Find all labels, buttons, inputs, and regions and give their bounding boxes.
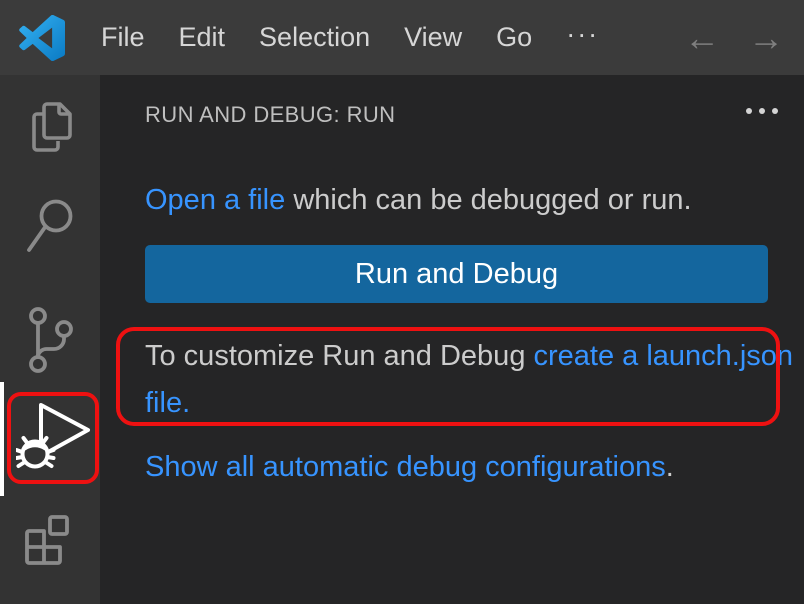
open-file-text: which can be debugged or run. [285, 184, 691, 216]
show-debug-configurations-link[interactable]: Show all automatic debug configurations [145, 451, 666, 483]
run-and-debug-button[interactable]: Run and Debug [145, 245, 768, 303]
menu-go[interactable]: Go [479, 18, 549, 57]
activity-bar [0, 75, 100, 604]
title-bar: File Edit Selection View Go ··· ← → [0, 0, 804, 75]
search-icon[interactable] [25, 197, 77, 255]
show-configurations-paragraph: Show all automatic debug configurations. [145, 447, 785, 487]
extensions-icon[interactable] [22, 513, 80, 579]
run-and-debug-panel: RUN AND DEBUG: RUN Open a file which can… [100, 75, 804, 604]
vscode-logo-icon [19, 15, 65, 61]
panel-title: RUN AND DEBUG: RUN [145, 102, 395, 128]
views-more-actions-icon[interactable] [746, 108, 778, 114]
menu-file[interactable]: File [84, 18, 162, 57]
open-a-file-link[interactable]: Open a file [145, 184, 285, 216]
vscode-logo [0, 15, 84, 61]
open-file-paragraph: Open a file which can be debugged or run… [145, 180, 785, 220]
source-control-icon[interactable] [25, 303, 77, 377]
vscode-window: File Edit Selection View Go ··· ← → [0, 0, 804, 604]
customize-paragraph: To customize Run and Debug create a laun… [145, 333, 795, 427]
menu-view[interactable]: View [387, 18, 479, 57]
menu-more-icon[interactable]: ··· [549, 21, 616, 54]
period-text: . [666, 451, 674, 483]
menu-selection[interactable]: Selection [242, 18, 387, 57]
navigate-back-icon[interactable]: ← [682, 20, 722, 56]
customize-text: To customize Run and Debug [145, 340, 534, 372]
menu-edit[interactable]: Edit [162, 18, 243, 57]
explorer-files-icon[interactable] [25, 100, 75, 154]
active-view-indicator [0, 382, 4, 496]
navigate-forward-icon[interactable]: → [746, 20, 786, 56]
run-and-debug-icon[interactable] [16, 397, 92, 477]
